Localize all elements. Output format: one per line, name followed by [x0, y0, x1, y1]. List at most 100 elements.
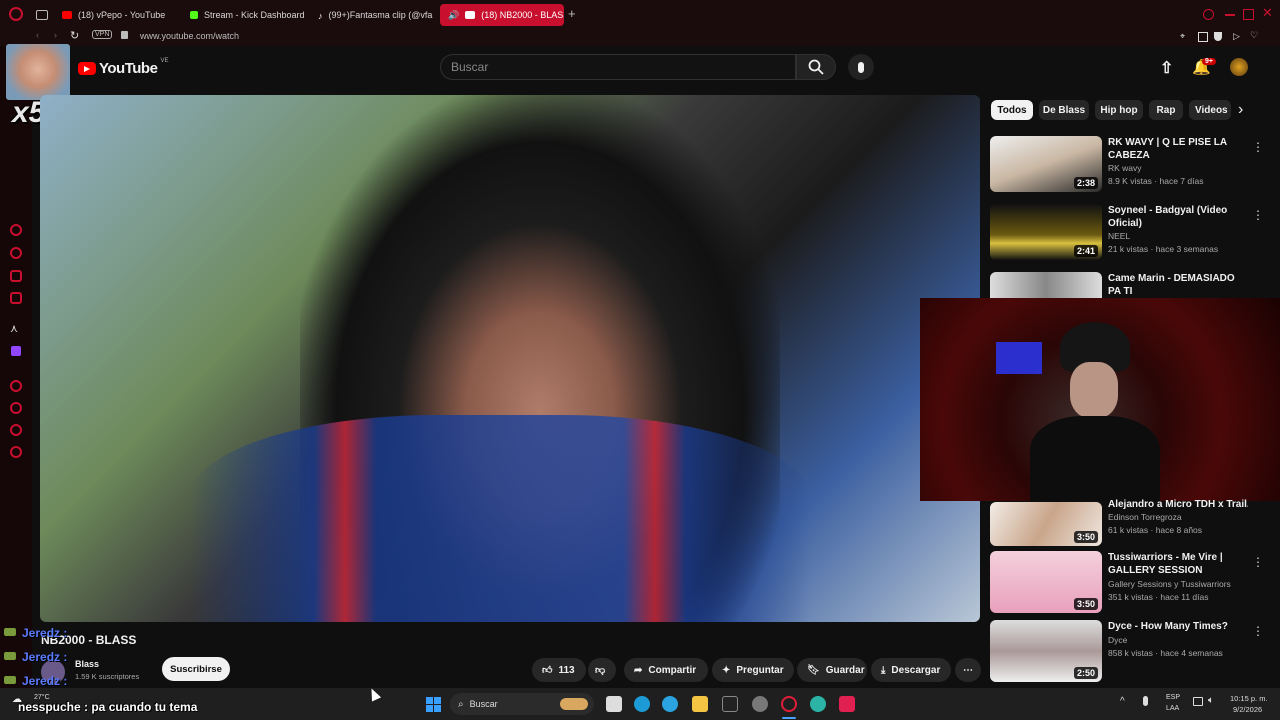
- chip-hip-hop[interactable]: Hip hop: [1095, 100, 1143, 120]
- search-tabs-icon[interactable]: [1203, 9, 1214, 20]
- taskbar-search[interactable]: ⌕ Buscar: [450, 693, 594, 715]
- tab-menu-icon[interactable]: [36, 10, 48, 20]
- recommendation-item[interactable]: 2:38 RK WAVY | Q LE PISE LA CABEZA RK wa…: [990, 136, 1270, 198]
- history-icon[interactable]: [10, 402, 22, 414]
- maximize-button[interactable]: [1243, 9, 1254, 20]
- clock-date[interactable]: 9/2/2026: [1233, 705, 1262, 714]
- recommendation-title[interactable]: Came Marin - DEMASIADO PA TI: [1108, 272, 1248, 298]
- clock-time[interactable]: 10:15 p. m.: [1230, 694, 1268, 703]
- tab-vpepo[interactable]: (18) vPepo - YouTube: [54, 4, 178, 26]
- chip-videos[interactable]: Videos: [1189, 100, 1231, 120]
- account-avatar[interactable]: [1230, 58, 1248, 76]
- forward-icon[interactable]: ›: [54, 30, 57, 40]
- tab-kick-dashboard[interactable]: Stream - Kick Dashboard: [182, 4, 308, 26]
- chip-de-blass[interactable]: De Blass: [1039, 100, 1089, 120]
- subscribe-button[interactable]: Suscribirse: [162, 657, 230, 681]
- video-thumbnail[interactable]: 3:50: [990, 502, 1102, 546]
- messenger-icon[interactable]: [10, 247, 22, 259]
- url-field[interactable]: www.youtube.com/watch: [140, 31, 239, 41]
- search-button[interactable]: [796, 54, 836, 80]
- opera-gx-icon[interactable]: ⋏: [10, 322, 18, 335]
- recommendation-item[interactable]: 2:50 Dyce - How Many Times? Dyce 858 k v…: [990, 620, 1270, 682]
- recommendation-title[interactable]: Dyce - How Many Times?: [1108, 620, 1248, 633]
- more-options-icon[interactable]: ⋮: [1252, 208, 1264, 222]
- heart-icon[interactable]: ♡: [1250, 30, 1258, 41]
- dislike-button[interactable]: 👎︎: [588, 658, 616, 682]
- monitor-glow: [996, 342, 1042, 374]
- voice-search-button[interactable]: [848, 54, 874, 80]
- ask-button[interactable]: ✦ Preguntar: [712, 658, 794, 682]
- recommendation-channel[interactable]: Edinson Torregroza: [1108, 511, 1258, 524]
- volume-icon[interactable]: 🔈︎: [1208, 695, 1214, 706]
- shield-icon[interactable]: [1214, 32, 1222, 41]
- recommendation-item[interactable]: 2:41 Soyneel - Badgyal (Video Oficial) N…: [990, 204, 1270, 266]
- recommendation-title[interactable]: Alejandro a Micro TDH x Trail...: [1108, 498, 1248, 511]
- more-options-icon[interactable]: ⋮: [1252, 624, 1264, 638]
- back-icon[interactable]: ‹: [36, 30, 39, 40]
- player-icon[interactable]: [10, 380, 22, 392]
- more-actions-button[interactable]: ⋯: [955, 658, 981, 682]
- opera-menu-icon[interactable]: [9, 7, 23, 21]
- tray-chevron-icon[interactable]: ^: [1120, 696, 1125, 707]
- search-input[interactable]: Buscar: [440, 54, 796, 80]
- download-button[interactable]: ⤓ Descargar: [871, 658, 951, 682]
- share-button[interactable]: ➦ Compartir: [624, 658, 708, 682]
- pin-icon[interactable]: ⌖: [1180, 31, 1185, 42]
- channel-name[interactable]: Blass: [75, 659, 99, 669]
- edge-icon[interactable]: [634, 696, 650, 712]
- snapshot-icon[interactable]: [1198, 32, 1208, 42]
- upload-icon[interactable]: ⇧: [1160, 58, 1173, 78]
- recommendation-channel[interactable]: Gallery Sessions y Tussiwarriors: [1108, 578, 1258, 591]
- reload-icon[interactable]: ↻: [70, 29, 79, 42]
- mic-tray-icon[interactable]: [1143, 696, 1148, 706]
- recommendation-title[interactable]: Soyneel - Badgyal (Video Oficial): [1108, 204, 1248, 230]
- twitch-icon[interactable]: [11, 346, 21, 356]
- video-thumbnail[interactable]: 2:41: [990, 204, 1102, 260]
- video-thumbnail[interactable]: 2:50: [990, 620, 1102, 682]
- recommendation-title[interactable]: Tussiwarriors - Me Vire | GALLERY SESSIO…: [1108, 551, 1248, 577]
- whatsapp-taskbar-icon[interactable]: [810, 696, 826, 712]
- discord-icon[interactable]: [752, 696, 768, 712]
- video-thumbnail[interactable]: 2:38: [990, 136, 1102, 192]
- chip-todos[interactable]: Todos: [991, 100, 1033, 120]
- youtube-logo[interactable]: YouTube VE: [78, 58, 168, 77]
- close-window-button[interactable]: ✕: [1262, 5, 1273, 21]
- like-button[interactable]: 👍︎ 113: [532, 658, 586, 682]
- tab-nb2000-blass[interactable]: 🔊 (18) NB2000 - BLASS: [440, 4, 564, 26]
- play-icon[interactable]: ▷: [1233, 31, 1240, 42]
- language-layout[interactable]: LAA: [1166, 705, 1179, 712]
- video-thumbnail[interactable]: 3:50: [990, 551, 1102, 613]
- chat-message: nesspuche : pa cuando tu tema: [18, 700, 198, 714]
- chevron-right-icon[interactable]: ›: [1238, 101, 1243, 119]
- language-code[interactable]: ESP: [1166, 694, 1180, 701]
- tab-label: Stream - Kick Dashboard: [204, 10, 305, 20]
- recommendation-channel[interactable]: NEEL: [1108, 230, 1258, 243]
- whatsapp-icon[interactable]: [10, 270, 22, 282]
- recommendation-title[interactable]: RK WAVY | Q LE PISE LA CABEZA: [1108, 136, 1248, 162]
- video-player[interactable]: [40, 95, 980, 622]
- instagram-icon[interactable]: [10, 292, 22, 304]
- more-options-icon[interactable]: ⋮: [1252, 555, 1264, 569]
- new-tab-button[interactable]: +: [568, 6, 576, 21]
- file-explorer-icon[interactable]: [692, 696, 708, 712]
- settings-gear-icon[interactable]: [10, 446, 22, 458]
- opera-gx-taskbar-icon[interactable]: [781, 696, 797, 712]
- more-options-icon[interactable]: ⋮: [1252, 140, 1264, 154]
- network-icon[interactable]: [1193, 697, 1203, 706]
- tiktok-taskbar-icon[interactable]: [839, 696, 855, 712]
- tab-fantasma-clip[interactable]: ♪ (99+)Fantasma clip (@vfa: [310, 4, 436, 26]
- aria-icon[interactable]: [10, 224, 22, 236]
- epic-games-icon[interactable]: [722, 696, 738, 712]
- vpn-badge[interactable]: VPN: [92, 30, 113, 39]
- downloads-icon[interactable]: [10, 424, 22, 436]
- start-button[interactable]: [426, 697, 441, 712]
- minimize-button[interactable]: [1225, 14, 1235, 16]
- chip-rap[interactable]: Rap: [1149, 100, 1183, 120]
- save-button[interactable]: 🔖︎ Guardar: [797, 658, 867, 682]
- recommendation-item[interactable]: 3:50 Tussiwarriors - Me Vire | GALLERY S…: [990, 551, 1270, 613]
- microphone-icon: [858, 61, 864, 73]
- recommendation-channel[interactable]: Dyce: [1108, 634, 1258, 647]
- task-view-icon[interactable]: [606, 696, 622, 712]
- recommendation-channel[interactable]: RK wavy: [1108, 162, 1258, 175]
- telegram-icon[interactable]: [662, 696, 678, 712]
